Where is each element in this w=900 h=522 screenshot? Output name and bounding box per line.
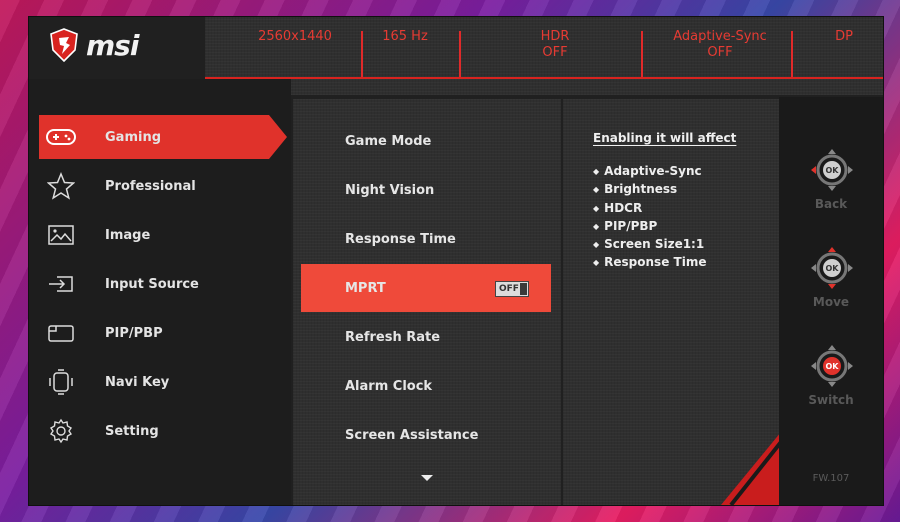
menu-label: Screen Assistance: [345, 427, 479, 443]
resolution-status: 2560x1440: [235, 29, 355, 83]
nav-label: Setting: [105, 423, 159, 439]
nav-item-pip-pbp[interactable]: PIP/PBP: [39, 311, 269, 355]
nav-label: Input Source: [105, 276, 199, 292]
menu-item-response-time[interactable]: Response Time: [301, 215, 551, 263]
menu-label: Refresh Rate: [345, 329, 441, 345]
control-hints: OK Back OK Move OK Switch FW.107: [779, 97, 883, 505]
nav-label: Navi Key: [105, 374, 170, 390]
star-icon: [39, 172, 83, 200]
nav-item-image[interactable]: Image: [39, 213, 269, 257]
gaming-submenu: Game Mode Night Vision Response Time MPR…: [293, 99, 561, 505]
nav-item-input-source[interactable]: Input Source: [39, 262, 269, 306]
adaptive-sync-label: Adaptive-Sync: [673, 29, 767, 44]
refresh-value: 165 Hz: [382, 29, 428, 44]
input-source-icon: [39, 274, 83, 294]
ok-text: OK: [826, 362, 840, 371]
logo-area: msi: [29, 17, 205, 79]
menu-label: MPRT: [345, 280, 386, 296]
header-divider: [791, 31, 793, 79]
info-title: Enabling it will affect: [593, 131, 737, 145]
refresh-status: 165 Hz: [365, 29, 445, 83]
hdr-label: HDR: [540, 29, 570, 44]
msi-dragon-shield-icon: [50, 28, 78, 62]
resolution-value: 2560x1440: [258, 29, 332, 44]
navi-key-icon: [39, 369, 83, 395]
list-item: PIP/PBP: [593, 218, 706, 236]
menu-item-night-vision[interactable]: Night Vision: [301, 166, 551, 214]
joystick-move-icon: OK: [811, 247, 853, 289]
menu-label: Night Vision: [345, 182, 435, 198]
menu-label: Alarm Clock: [345, 378, 433, 394]
main-menu: Gaming Professional Image Input Source P…: [29, 79, 291, 505]
decorative-red-corner: [721, 432, 781, 505]
adaptive-sync-value: OFF: [707, 45, 733, 60]
brand-logo: msi: [86, 29, 139, 62]
input-status: DP: [805, 29, 883, 83]
nav-label: PIP/PBP: [105, 325, 163, 341]
hdr-status: HDR OFF: [505, 29, 605, 83]
adaptive-sync-status: Adaptive-Sync OFF: [655, 29, 785, 83]
gamepad-icon: [39, 128, 83, 146]
list-item: Adaptive-Sync: [593, 163, 706, 181]
ok-text: OK: [826, 264, 840, 273]
firmware-version: FW.107: [812, 473, 850, 484]
mprt-toggle[interactable]: OFF: [495, 281, 529, 297]
image-icon: [39, 225, 83, 245]
joystick-back-icon: OK: [811, 149, 853, 191]
menu-item-screen-assistance[interactable]: Screen Assistance: [301, 411, 551, 459]
menu-item-refresh-rate[interactable]: Refresh Rate: [301, 313, 551, 361]
nav-item-setting[interactable]: Setting: [39, 409, 269, 453]
toggle-state: OFF: [499, 284, 519, 294]
nav-label: Gaming: [105, 129, 162, 145]
menu-item-game-mode[interactable]: Game Mode: [301, 117, 551, 165]
toggle-knob: [520, 283, 527, 295]
hdr-value: OFF: [542, 45, 568, 60]
status-header: 2560x1440 165 Hz HDR OFF Adaptive-Sync O…: [205, 17, 883, 95]
affected-settings-list: Adaptive-Sync Brightness HDCR PIP/PBP Sc…: [593, 163, 706, 273]
triangle-down-icon[interactable]: [421, 475, 433, 481]
switch-label: Switch: [808, 393, 854, 407]
nav-item-gaming[interactable]: Gaming: [39, 115, 287, 159]
pip-icon: [39, 323, 83, 343]
menu-item-mprt[interactable]: MPRT OFF: [301, 264, 551, 312]
menu-label: Game Mode: [345, 133, 432, 149]
nav-item-professional[interactable]: Professional: [39, 164, 269, 208]
header-divider: [361, 31, 363, 79]
list-item: Screen Size1:1: [593, 236, 706, 254]
menu-label: Response Time: [345, 231, 456, 247]
back-label: Back: [814, 197, 848, 211]
list-item: Brightness: [593, 181, 706, 199]
osd-menu: msi 2560x1440 165 Hz HDR OFF Adaptive-Sy…: [28, 16, 884, 506]
header-divider: [459, 31, 461, 79]
header-divider: [641, 31, 643, 79]
joystick-switch-icon: OK: [811, 345, 853, 387]
move-label: Move: [812, 295, 850, 309]
list-item: HDCR: [593, 200, 706, 218]
header-underline: [205, 77, 883, 79]
input-value: DP: [835, 29, 853, 44]
menu-item-alarm-clock[interactable]: Alarm Clock: [301, 362, 551, 410]
gear-icon: [39, 418, 83, 444]
nav-label: Professional: [105, 178, 196, 194]
nav-label: Image: [105, 227, 151, 243]
ok-text: OK: [826, 166, 840, 175]
nav-item-navi-key[interactable]: Navi Key: [39, 360, 269, 404]
list-item: Response Time: [593, 254, 706, 272]
